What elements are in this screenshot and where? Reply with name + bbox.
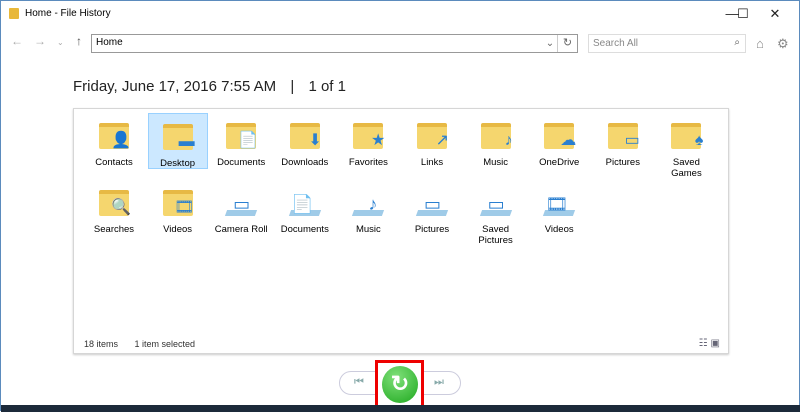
restore-button[interactable]: ↻ (382, 366, 418, 403)
item-label: Music (483, 157, 508, 168)
item-label: Pictures (605, 157, 640, 168)
contacts-folder-icon: 👤 (97, 117, 131, 153)
camera-roll-library-icon: ▭ (224, 184, 258, 220)
list-item[interactable]: 📄 Documents (275, 180, 335, 235)
file-view: 👤 Contacts ▬ Desktop 📄 Documents ⬇ Downloads ★ Fa… (73, 108, 729, 354)
list-item[interactable]: ⬇ Downloads (275, 113, 335, 168)
saved-pictures-library-icon: ▭ (479, 184, 513, 220)
list-item[interactable]: 📄 Documents (211, 113, 271, 168)
list-item[interactable]: ♪ Music (466, 113, 526, 168)
list-item[interactable]: ☁ OneDrive (529, 113, 589, 168)
desktop-folder-icon: ▬ (161, 118, 195, 154)
search-icon[interactable]: ⌕ (734, 37, 740, 48)
search-placeholder: Search All (593, 38, 639, 49)
list-item[interactable]: ▭ Saved Pictures (466, 180, 526, 246)
list-item[interactable]: ▬ Desktop (147, 113, 208, 169)
documents-library-icon: 📄 (288, 184, 322, 220)
address-bar[interactable]: Home ⌄ ↻ (91, 34, 578, 53)
pictures-folder-icon: ▭ (606, 117, 640, 153)
window-title: Home - File History (25, 8, 111, 19)
item-label: Contacts (95, 157, 133, 168)
previous-version-button[interactable]: ⏮ (354, 376, 364, 389)
searches-folder-icon: 🔍 (97, 184, 131, 220)
list-item[interactable]: 🔍 Searches (84, 180, 144, 235)
item-count: 18 items (84, 339, 119, 349)
backup-date: Friday, June 17, 2016 7:55 AM (73, 78, 277, 95)
item-label: Links (420, 157, 444, 168)
pictures-library-icon: ▭ (415, 184, 449, 220)
item-label: Saved Games (671, 157, 702, 179)
list-item[interactable]: 👤 Contacts (84, 113, 144, 168)
title-bar: Home - File History — ☐ ✕ (1, 1, 800, 27)
list-item[interactable]: ♠ Saved Games (656, 113, 716, 179)
list-item[interactable]: ↗ Links (402, 113, 462, 168)
selection-count: 1 item selected (134, 339, 196, 349)
item-label: Searches (93, 224, 135, 235)
chevron-down-icon[interactable]: ⌄ (543, 35, 557, 52)
item-label: Documents (280, 224, 329, 235)
downloads-folder-icon: ⬇ (288, 117, 322, 153)
list-item[interactable]: 🎞 Videos (529, 180, 589, 235)
videos-library-icon: 🎞 (542, 184, 576, 220)
item-label: Desktop (160, 158, 196, 169)
view-toggle: ☷ ▣ (699, 338, 720, 349)
item-label: Pictures (414, 224, 450, 235)
list-item[interactable]: ▭ Pictures (593, 113, 653, 168)
list-item[interactable]: ★ Favorites (338, 113, 398, 168)
refresh-icon[interactable]: ↻ (557, 35, 577, 52)
favorites-folder-icon: ★ (351, 117, 385, 153)
onedrive-folder-icon: ☁ (542, 117, 576, 153)
large-icons-view-icon[interactable]: ▣ (711, 338, 720, 349)
documents-folder-icon: 📄 (224, 117, 258, 153)
maximize-button[interactable]: ☐ (728, 5, 758, 23)
address-input[interactable]: Home (92, 35, 543, 52)
gear-icon[interactable]: ⚙ (777, 36, 789, 52)
music-library-icon: ♪ (351, 184, 385, 220)
next-version-button[interactable]: ⏭ (434, 376, 444, 389)
list-item[interactable]: ♪ Music (338, 180, 398, 235)
list-item[interactable]: 🎞 Videos (148, 180, 208, 235)
item-label: Camera Roll (214, 224, 268, 235)
search-input[interactable]: Search All ⌕ (588, 34, 746, 53)
home-icon[interactable]: ⌂ (756, 36, 764, 51)
recent-locations-chevron-icon[interactable]: ⌄ (57, 38, 64, 58)
backup-page-counter: 1 of 1 (308, 78, 346, 95)
back-arrow-icon[interactable]: ← (11, 34, 23, 54)
separator: | (290, 78, 295, 95)
item-label: OneDrive (539, 157, 580, 168)
forward-arrow-icon[interactable]: → (34, 34, 46, 54)
item-label: Documents (217, 157, 266, 168)
close-button[interactable]: ✕ (760, 5, 790, 23)
music-folder-icon: ♪ (479, 117, 513, 153)
backup-date-header: Friday, June 17, 2016 7:55 AM | 1 of 1 (73, 78, 346, 95)
item-label: Videos (163, 224, 193, 235)
list-item[interactable]: ▭ Pictures (402, 180, 462, 235)
item-label: Videos (544, 224, 574, 235)
saved-games-folder-icon: ♠ (669, 117, 703, 153)
restore-icon: ↻ (390, 371, 410, 396)
restore-button-highlight: ↻ (375, 360, 424, 408)
up-arrow-icon[interactable]: ↑ (76, 34, 82, 54)
file-history-app-icon (9, 8, 19, 19)
status-bar: 18 items 1 item selected (84, 339, 209, 349)
item-label: Music (355, 224, 381, 235)
videos-folder-icon: 🎞 (161, 184, 195, 220)
details-view-icon[interactable]: ☷ (699, 338, 708, 349)
list-item[interactable]: ▭ Camera Roll (211, 180, 271, 235)
item-label: Favorites (348, 157, 388, 168)
item-label: Saved Pictures (478, 224, 513, 246)
item-label: Downloads (281, 157, 329, 168)
links-folder-icon: ↗ (415, 117, 449, 153)
